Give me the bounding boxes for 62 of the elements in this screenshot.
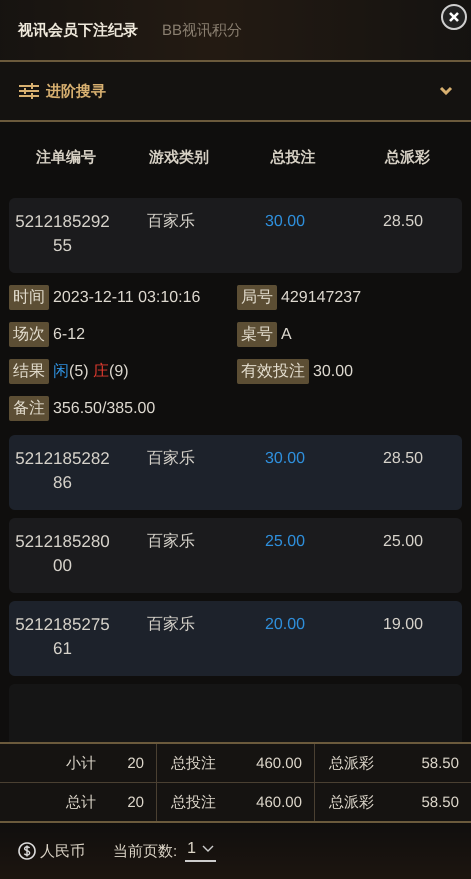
total-count: 20 <box>126 754 144 772</box>
total-bet: 460.00 <box>255 754 302 772</box>
total-label: 小计 <box>65 754 96 772</box>
detail-label: 有效投注 <box>237 359 309 384</box>
game-type: 百家乐 <box>147 532 195 552</box>
payout-amount: 28.50 <box>382 449 424 469</box>
detail-label: 结果 <box>9 359 49 384</box>
detail-label: 时间 <box>9 285 49 310</box>
detail-value: 6-12 <box>53 326 86 344</box>
close-icon <box>448 11 460 23</box>
dollar-coin-icon <box>18 842 36 860</box>
bet-amount: 25.00 <box>264 532 306 552</box>
page-select[interactable]: 1 <box>185 840 216 862</box>
total-count: 20 <box>126 794 144 810</box>
currency-label: 人民币 <box>40 842 85 860</box>
detail-label: 备注 <box>9 396 49 421</box>
bet-row[interactable]: 521218529255 百家乐 30.00 28.50 <box>9 198 462 273</box>
detail-value: A <box>281 326 292 344</box>
close-button[interactable] <box>441 4 467 30</box>
total-label: 总派彩 <box>328 754 375 772</box>
page-label: 当前页数: <box>113 842 178 860</box>
bet-id: 521218528000 <box>14 531 111 577</box>
total-label: 总派彩 <box>328 792 375 812</box>
advanced-search-button[interactable]: 进阶搜寻 <box>18 82 106 100</box>
payout-amount: 19.00 <box>382 615 424 635</box>
game-type: 百家乐 <box>147 614 195 635</box>
column-header: 总派彩 <box>384 148 431 166</box>
detail-label: 场次 <box>9 322 49 347</box>
game-type: 百家乐 <box>147 212 195 232</box>
bet-row[interactable]: 521218528000 百家乐 25.00 25.00 <box>9 518 462 593</box>
total-payout: 58.50 <box>420 794 459 810</box>
total-label: 总投注 <box>170 754 217 772</box>
detail-value: 356.50/385.00 <box>53 400 156 418</box>
bet-id: 521218529255 <box>14 211 111 257</box>
chevron-icon <box>202 845 214 853</box>
detail-label: 局号 <box>237 285 277 310</box>
tab[interactable]: 视讯会员下注纪录 <box>18 20 138 40</box>
column-header: 总投注 <box>269 148 316 166</box>
bet-amount: 20.00 <box>264 615 306 635</box>
column-header: 游戏类别 <box>148 148 210 166</box>
bet-id: 521218527561 <box>14 614 111 660</box>
detail-value: 2023-12-11 03:10:16 <box>53 288 200 306</box>
payout-amount: 25.00 <box>382 532 424 552</box>
bet-amount: 30.00 <box>264 449 306 469</box>
bet-id: 521218528286 <box>14 448 111 494</box>
payout-amount: 28.50 <box>382 212 424 232</box>
chevron-icon[interactable] <box>439 86 453 96</box>
total-label: 总投注 <box>170 792 217 812</box>
bet-amount: 30.00 <box>264 212 306 232</box>
sliders-icon <box>18 82 40 100</box>
detail-value: 429147237 <box>281 288 362 306</box>
tab[interactable]: BB视讯积分 <box>162 20 242 40</box>
detail-label: 桌号 <box>237 322 277 347</box>
column-header: 注单编号 <box>35 148 97 166</box>
total-payout: 58.50 <box>420 754 459 772</box>
total-bet: 460.00 <box>255 794 302 810</box>
total-label: 总计 <box>65 792 96 812</box>
result-value: 闲(5) 庄(9) <box>53 362 129 382</box>
bet-row[interactable]: 521218528286 百家乐 30.00 28.50 <box>9 435 462 510</box>
bet-row[interactable]: 521218527561 百家乐 20.00 19.00 <box>9 601 462 676</box>
detail-value: 30.00 <box>313 362 354 380</box>
game-type: 百家乐 <box>147 448 195 469</box>
